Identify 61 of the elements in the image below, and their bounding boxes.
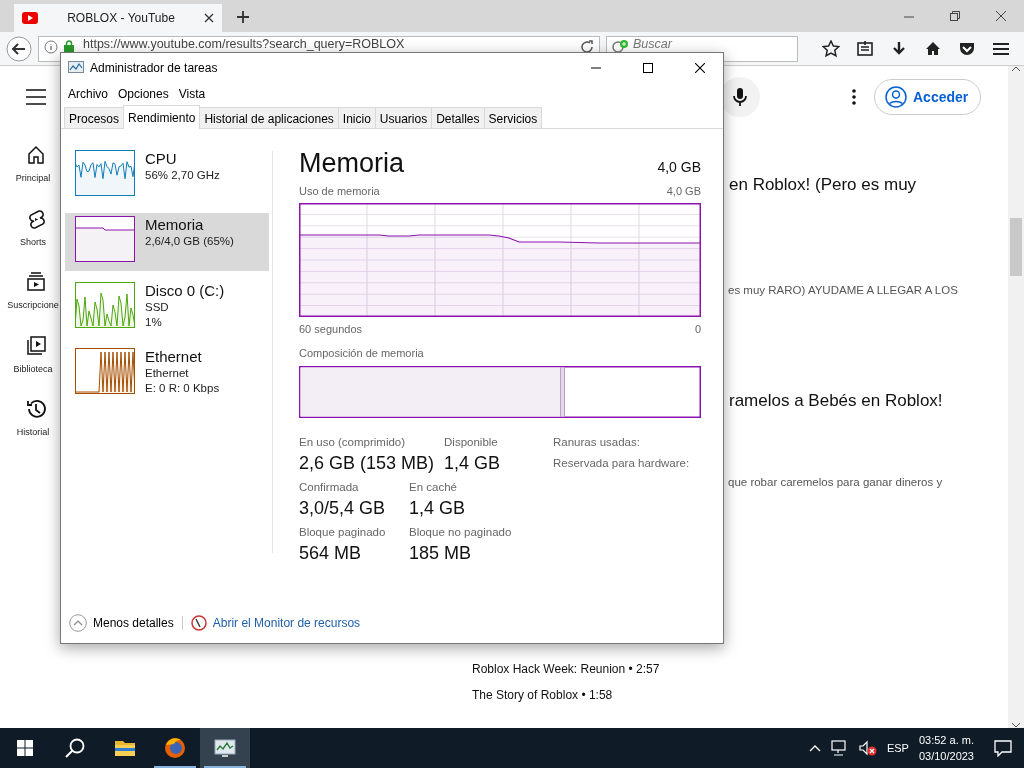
stat-label: Bloque paginado: [299, 525, 387, 540]
sidebar-label: Historial: [16, 426, 50, 439]
stat-label: Bloque no paginado: [409, 525, 512, 540]
menu-item[interactable]: Archivo: [63, 85, 113, 103]
tab[interactable]: Inicio: [337, 107, 376, 128]
resource-item[interactable]: Memoria 2,6/4,0 GB (65%): [65, 213, 269, 271]
axis-label: 60 segundos: [299, 321, 362, 337]
sidebar-label: Biblioteca: [13, 362, 53, 376]
stat-label: Disponible: [444, 434, 499, 450]
stat-value: 185 MB: [409, 542, 473, 566]
axis-label: 0: [694, 321, 701, 337]
menu-item[interactable]: Opciones: [113, 85, 174, 103]
window-title: Administrador de tareas: [90, 60, 219, 77]
stat-value: 3,0/5,4 GB: [299, 497, 387, 520]
sign-in-button[interactable]: Acceder: [874, 79, 982, 115]
resource-detail: 1%: [145, 315, 163, 330]
stat-label: Reservada para hardware:: [553, 455, 690, 471]
section-title: Memoria: [299, 147, 405, 179]
video-description: que robar caremelos para ganar dineros y: [728, 475, 944, 491]
sidebar-label: Principal: [15, 172, 51, 185]
tab[interactable]: Detalles: [431, 107, 485, 128]
graph-max-label: 4,0 GB: [666, 184, 701, 199]
tab[interactable]: Rendimiento: [123, 105, 201, 129]
graph-label: Uso de memoria: [299, 184, 380, 199]
resource-detail: SSD: [145, 300, 170, 315]
related-video-link[interactable]: Roblox Hack Week: Reunion • 2:57: [472, 659, 1008, 678]
video-title[interactable]: en Roblox! (Pero es muy: [729, 172, 1008, 198]
resource-monitor-link[interactable]: Abrir el Monitor de recursos: [190, 614, 361, 632]
graph-label: Composición de memoria: [299, 346, 425, 361]
sidebar-label: Shorts: [20, 235, 46, 249]
resource-detail: E: 0 R: 0 Kbps: [145, 381, 220, 396]
sidebar-label: Suscripcione: [7, 299, 59, 312]
related-video-link[interactable]: The Story of Roblox • 1:58: [472, 685, 1008, 704]
resource-name: Memoria: [145, 216, 205, 234]
stat-value: 564 MB: [299, 542, 363, 566]
video-title[interactable]: ramelos a Bebés en Roblox!: [729, 387, 1008, 414]
resource-name: CPU: [145, 150, 178, 168]
resource-name: Disco 0 (C:): [145, 282, 225, 300]
stat-value: 1,4 GB: [444, 451, 501, 475]
total-memory: 4,0 GB: [657, 158, 701, 177]
tab[interactable]: Servicios: [483, 107, 543, 128]
browser-tab[interactable]: ROBLOX - YouTube: [14, 4, 222, 32]
stat-value: 1,4 GB: [409, 497, 466, 520]
tab[interactable]: Procesos: [64, 107, 125, 128]
menu-item[interactable]: Vista: [173, 85, 211, 103]
stat-label: Confirmada: [299, 479, 360, 495]
fewer-details-button[interactable]: Menos detalles: [69, 614, 174, 632]
clock[interactable]: 03:52 a. m. 03/10/2023: [918, 732, 974, 764]
stat-label: En caché: [409, 479, 458, 495]
resource-name: Ethernet: [145, 348, 203, 366]
tab[interactable]: Usuarios: [374, 107, 433, 128]
resource-detail: Ethernet: [145, 366, 190, 381]
stat-label: Ranuras usadas:: [553, 434, 641, 450]
stat-value: 2,6 GB (153 MB): [299, 451, 435, 475]
video-description: es muy RARO) AYUDAME A LLEGAR A LOS: [728, 282, 959, 298]
tab-title: ROBLOX - YouTube: [66, 10, 176, 27]
resource-detail: 2,6/4,0 GB (65%): [145, 234, 234, 249]
language-indicator[interactable]: ESP: [886, 739, 909, 757]
tab[interactable]: Historial de aplicaciones: [199, 107, 339, 128]
stat-label: En uso (comprimido): [299, 434, 407, 450]
resource-detail: 56% 2,70 GHz: [145, 168, 220, 183]
